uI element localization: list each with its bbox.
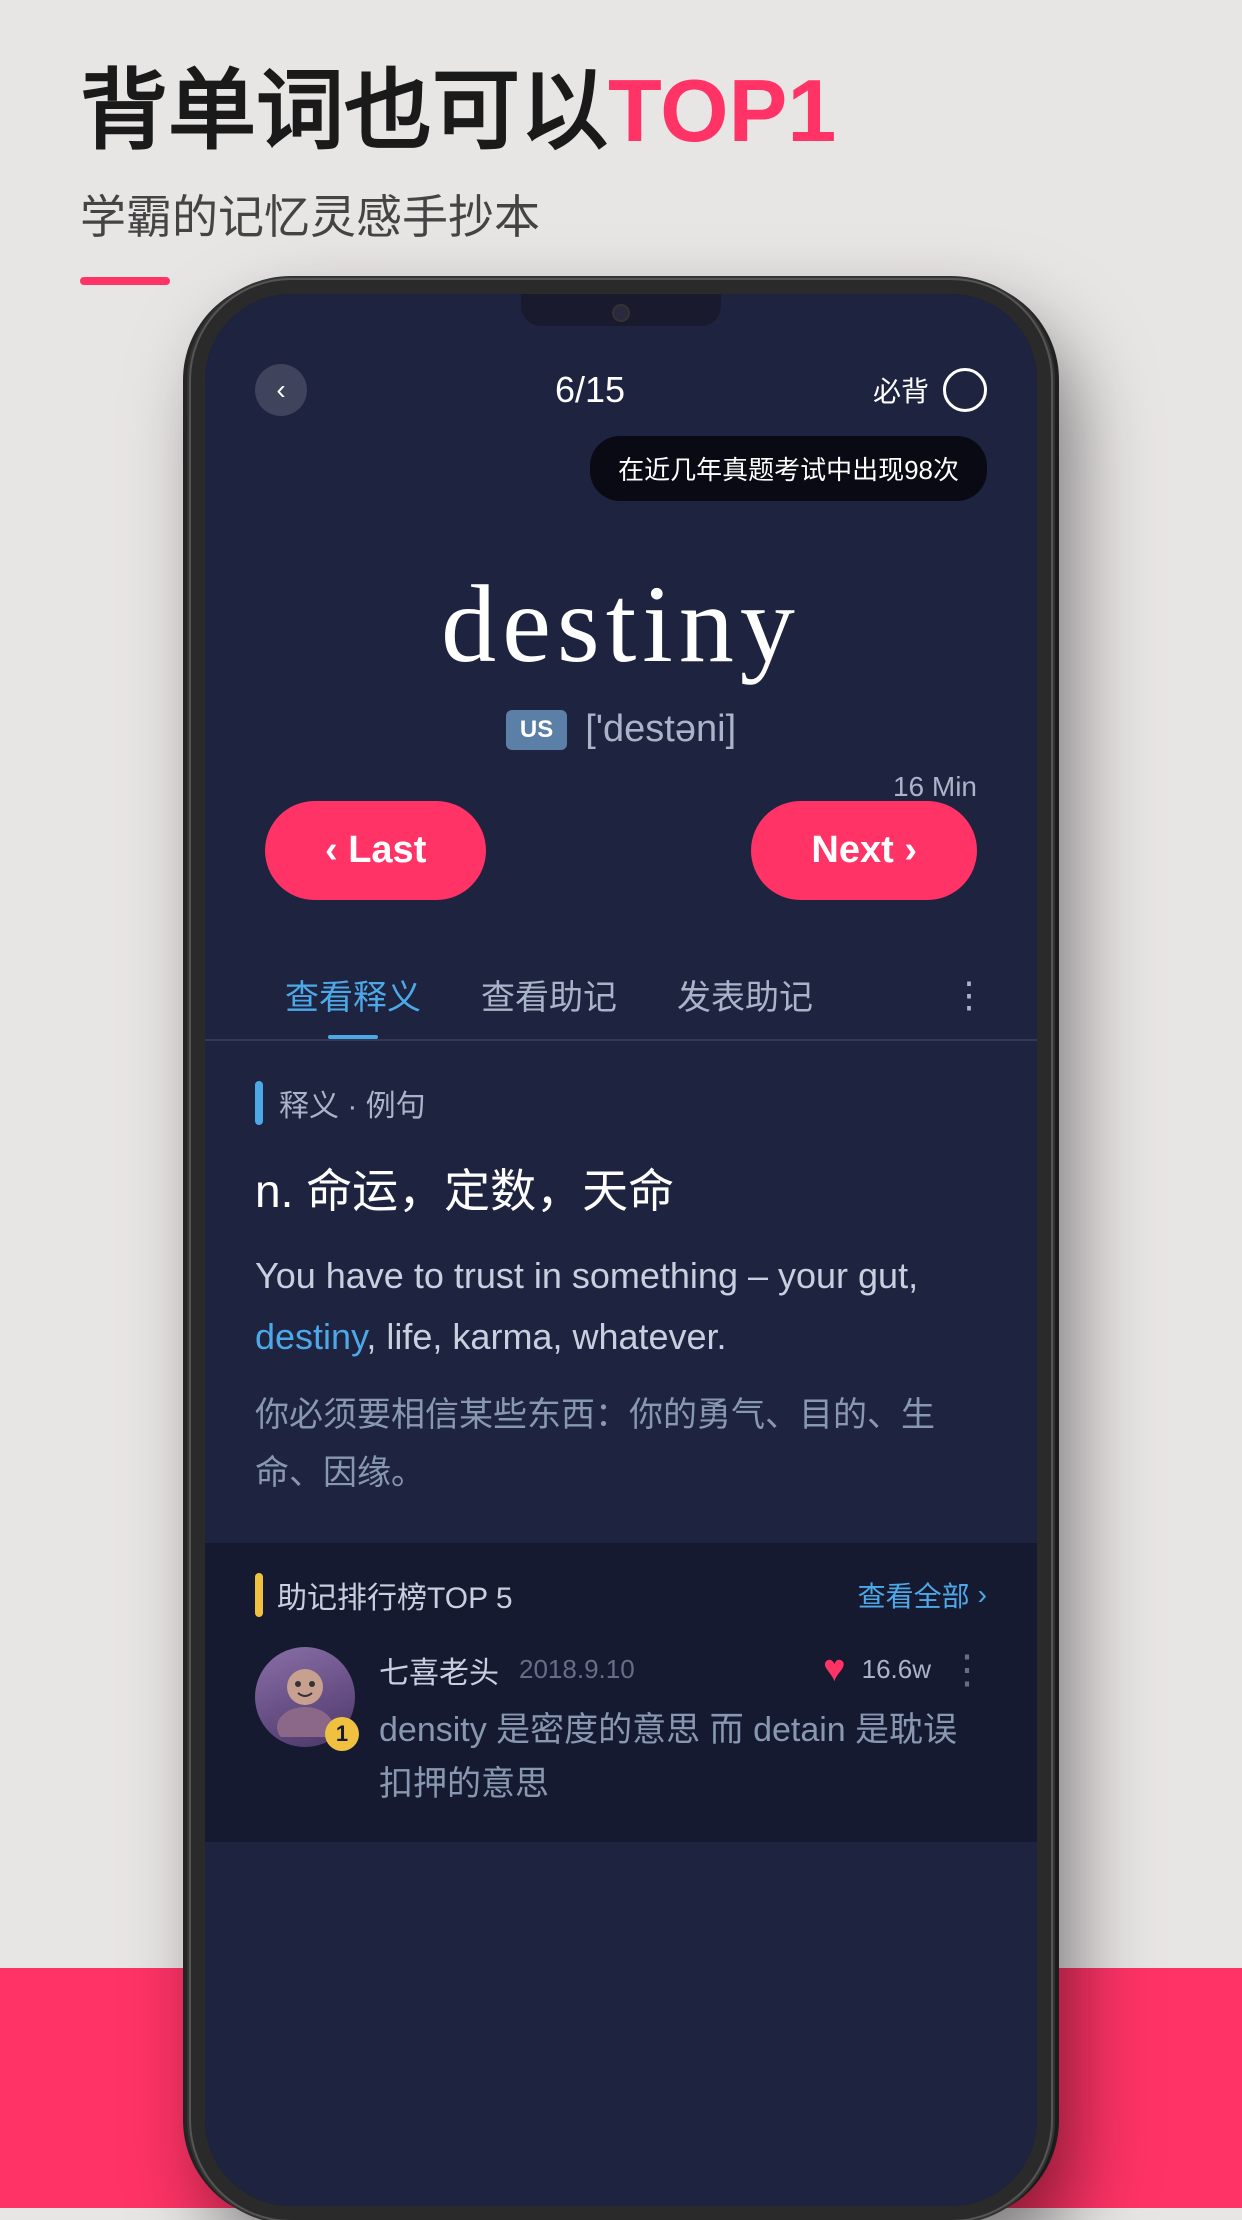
word-section: destiny US ['destəni] xyxy=(205,521,1037,771)
tab-definition[interactable]: 查看释义 xyxy=(255,970,451,1039)
headline-highlight: TOP1 xyxy=(608,61,836,160)
section-label-text: 释义 · 例句 xyxy=(279,1081,426,1125)
headline: 背单词也可以TOP1 xyxy=(80,60,1162,161)
must-memorize-toggle[interactable]: 必背 xyxy=(873,368,987,412)
exam-frequency-tooltip: 在近几年真题考试中出现98次 xyxy=(590,436,987,501)
more-options-icon[interactable]: ⋮ xyxy=(947,1647,987,1693)
definition-pos-meaning: n. 命运，定数，天命 xyxy=(255,1155,987,1221)
word-display: destiny xyxy=(441,561,801,688)
example-en-word-highlight: destiny xyxy=(255,1316,366,1357)
tab-more-button[interactable]: ⋮ xyxy=(951,974,987,1036)
definition-section: 释义 · 例句 n. 命运，定数，天命 You have to trust in… xyxy=(205,1041,1037,2206)
must-memorize-label: 必背 xyxy=(873,370,929,410)
definition-section-label: 释义 · 例句 xyxy=(255,1081,987,1125)
mnemonic-date: 2018.9.10 xyxy=(519,1654,635,1685)
tab-mnemonic-view[interactable]: 查看助记 xyxy=(451,970,647,1039)
example-english: You have to trust in something – your gu… xyxy=(255,1245,987,1367)
mnemonics-section: 助记排行榜TOP 5 查看全部 › xyxy=(205,1543,1037,1842)
phone-notch xyxy=(521,294,721,326)
phonetic-text: ['destəni] xyxy=(585,708,736,751)
view-all-button[interactable]: 查看全部 › xyxy=(858,1575,987,1615)
tab-navigation: 查看释义 查看助记 发表助记 ⋮ xyxy=(205,930,1037,1041)
mnemonic-list-item: 1 七喜老头 2018.9.10 ♥ 16.6w ⋮ xyxy=(255,1647,987,1812)
tab-mnemonic-post[interactable]: 发表助记 xyxy=(647,970,843,1039)
must-memorize-circle-icon xyxy=(943,368,987,412)
phone-frame: ‹ 6/15 必背 在近几年真题考试中出现98次 destiny xyxy=(191,280,1051,2220)
back-button[interactable]: ‹ xyxy=(255,364,307,416)
avatar-wrap: 1 xyxy=(255,1647,355,1747)
mnemonics-header: 助记排行榜TOP 5 查看全部 › xyxy=(255,1573,987,1617)
example-en-part1: You have to trust in something – your gu… xyxy=(255,1255,918,1296)
us-badge: US xyxy=(506,710,567,750)
time-label: 16 Min xyxy=(893,771,977,803)
view-all-label: 查看全部 xyxy=(858,1575,970,1615)
rank-badge: 1 xyxy=(325,1717,359,1751)
progress-indicator: 6/15 xyxy=(555,369,625,411)
tooltip-bar: 在近几年真题考试中出现98次 xyxy=(205,436,1037,521)
screen-content: ‹ 6/15 必背 在近几年真题考试中出现98次 destiny xyxy=(205,294,1037,2206)
subheadline: 学霸的记忆灵感手抄本 xyxy=(80,181,1162,247)
nav-buttons-row: 16 Min ‹ Last Next › xyxy=(205,771,1037,900)
last-button[interactable]: ‹ Last xyxy=(265,801,486,900)
phone-screen: ‹ 6/15 必背 在近几年真题考试中出现98次 destiny xyxy=(205,294,1037,2206)
like-count: 16.6w xyxy=(862,1654,931,1685)
mnemonic-content: density 是密度的意思 而 detain 是耽误扣押的意思 xyxy=(379,1703,987,1812)
example-en-part3: , life, karma, whatever. xyxy=(366,1316,726,1357)
headline-text-part1: 背单词也可以 xyxy=(80,61,608,160)
mnemonic-username: 七喜老头 xyxy=(379,1648,499,1692)
mnemonics-title-wrap: 助记排行榜TOP 5 xyxy=(255,1573,513,1617)
heart-icon[interactable]: ♥ xyxy=(823,1648,846,1691)
pronunciation-row: US ['destəni] xyxy=(506,708,736,751)
mnemonic-info: 七喜老头 2018.9.10 ♥ 16.6w ⋮ density 是密度的意思 … xyxy=(379,1647,987,1812)
phone-mockup: ‹ 6/15 必背 在近几年真题考试中出现98次 destiny xyxy=(191,280,1051,2220)
mnemonics-section-title: 助记排行榜TOP 5 xyxy=(277,1573,513,1617)
back-icon: ‹ xyxy=(276,374,285,406)
decorative-underline xyxy=(80,277,170,285)
mnemonics-title-bar-icon xyxy=(255,1573,263,1617)
section-label-bar-icon xyxy=(255,1081,263,1125)
mnemonic-actions: ♥ 16.6w ⋮ xyxy=(823,1647,987,1693)
example-chinese: 你必须要相信某些东西：你的勇气、目的、生命、因缘。 xyxy=(255,1387,987,1503)
header-bar: ‹ 6/15 必背 xyxy=(205,344,1037,436)
next-button[interactable]: Next › xyxy=(751,801,977,900)
view-all-chevron-icon: › xyxy=(978,1579,987,1611)
mnemonic-user-row: 七喜老头 2018.9.10 ♥ 16.6w ⋮ xyxy=(379,1647,987,1693)
